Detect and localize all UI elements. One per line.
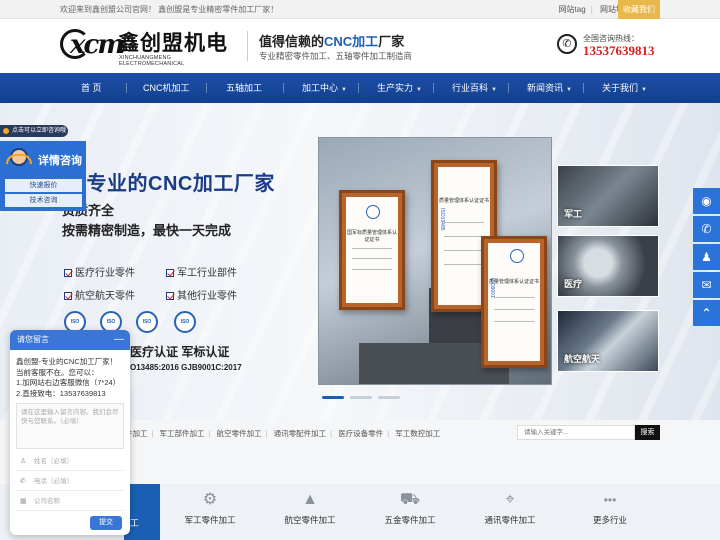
- support-agent-icon: [4, 146, 34, 172]
- slider-dot[interactable]: [350, 396, 372, 399]
- logo-name: 鑫创盟机电: [118, 32, 228, 55]
- logo[interactable]: xcm 鑫创盟机电 XINCHUANGMENG ELECTROMECHANICA…: [60, 25, 237, 67]
- certificate-showcase: 国军标质量管理体系认证证书 ISO13485 质量管理体系认证证书 ISO900…: [318, 137, 552, 385]
- chevron-down-icon: ▼: [566, 87, 572, 93]
- hotline-number[interactable]: 13537639813: [583, 43, 655, 59]
- product-tab[interactable]: ▲ 航空零件加工: [260, 484, 360, 540]
- banner-sub2: 按需精密制造，最快一天完成: [62, 223, 232, 238]
- wechat-icon[interactable]: ◉: [693, 188, 720, 214]
- category-link[interactable]: 航空零件加工: [217, 429, 262, 438]
- chevron-down-icon: ▼: [491, 87, 497, 93]
- header: xcm 鑫创盟机电 XINCHUANGMENG ELECTROMECHANICA…: [0, 19, 720, 73]
- back-to-top-icon[interactable]: ⌃: [693, 300, 720, 326]
- category-link[interactable]: 军工部件加工: [160, 429, 205, 438]
- check-icon: [166, 292, 174, 300]
- antenna-icon: ⌖: [505, 491, 515, 508]
- banner-category: 军工行业部件: [166, 264, 237, 279]
- nav-machining-center[interactable]: 加工中心 ▼: [302, 73, 347, 103]
- search-button[interactable]: 搜索: [635, 425, 660, 440]
- chevron-down-icon: ▼: [416, 87, 422, 93]
- car-icon: ⛟: [399, 491, 421, 508]
- logo-mark: xcm: [60, 25, 125, 65]
- product-tab[interactable]: ⚙ 军工零件加工: [160, 484, 260, 540]
- top-bar: 欢迎来到鑫创盟公司官网！ 鑫创盟是专业精密零件加工厂家！ 网站tag | 网站地图…: [0, 0, 720, 19]
- main-nav: 首 页 CNC机加工 五轴加工 加工中心 ▼ 生产实力 ▼ 行业百科 ▼ 新闻资讯 ▼ …: [0, 73, 720, 103]
- cert-code: O13485:2016 GJB9001C:2017: [130, 363, 242, 372]
- welcome-text: 欢迎来到鑫创盟公司官网！ 鑫创盟是专业精密零件加工厂家！: [60, 5, 279, 14]
- person-icon: ♙: [20, 458, 27, 465]
- banner-category: 其他行业零件: [166, 287, 237, 302]
- qq-icon[interactable]: ♟: [693, 244, 720, 270]
- category-link[interactable]: 军工数控加工: [395, 429, 440, 438]
- iso-badge-icon: ISO: [174, 311, 196, 333]
- check-icon: [64, 269, 72, 277]
- nav-five-axis[interactable]: 五轴加工: [226, 73, 262, 103]
- name-field[interactable]: ♙ 姓名（必填）: [16, 453, 124, 471]
- slider-dot[interactable]: [378, 396, 400, 399]
- category-links: 件加工 | 军工部件加工 | 航空零件加工 | 通讯零配件加工 | 医疗设备零件 | 军工…: [125, 429, 441, 438]
- certificate-frame: 国军标质量管理体系认证证书: [339, 190, 405, 310]
- submit-button[interactable]: 提交: [90, 516, 122, 530]
- category-link[interactable]: 医疗设备零件: [338, 429, 383, 438]
- search-input[interactable]: [517, 425, 635, 440]
- message-textarea[interactable]: 请在这里输入留言内容。我们会尽快与您联系。（必填）: [16, 403, 124, 449]
- product-tab[interactable]: ⌖ 通讯零件加工: [460, 484, 560, 540]
- phone-icon: ✆: [557, 34, 577, 54]
- product-tab[interactable]: ••• 更多行业: [560, 484, 660, 540]
- logo-english: XINCHUANGMENG ELECTROMECHANICAL: [119, 55, 185, 67]
- favorite-button[interactable]: 收藏我们: [618, 0, 660, 19]
- consult-title: 详情咨询: [38, 155, 82, 167]
- quick-quote-button[interactable]: 快速报价: [5, 179, 82, 192]
- nav-about[interactable]: 关于我们 ▼: [602, 73, 647, 103]
- nav-capability[interactable]: 生产实力 ▼: [377, 73, 422, 103]
- whatsapp-icon[interactable]: ✆: [693, 216, 720, 242]
- iso-badge-icon: ISO: [136, 311, 158, 333]
- building-icon: ▦: [20, 498, 27, 505]
- check-icon: [64, 292, 72, 300]
- nav-news[interactable]: 新闻资讯 ▼: [527, 73, 572, 103]
- check-icon: [166, 269, 174, 277]
- tag-link[interactable]: 网站tag: [559, 5, 586, 14]
- slogan-sub: 专业精密零件加工、五轴零件加工制造商: [259, 51, 413, 61]
- more-icon: •••: [603, 493, 617, 507]
- slider-dot[interactable]: [322, 396, 344, 399]
- category-link[interactable]: 通讯零配件加工: [274, 429, 327, 438]
- industry-thumb[interactable]: 军工: [557, 165, 659, 227]
- slogan: 值得信赖的CNC加工厂家: [259, 34, 405, 49]
- machine-icon: ⚙: [202, 491, 218, 508]
- phone-icon: ✆: [20, 478, 26, 485]
- nav-wiki[interactable]: 行业百科 ▼: [452, 73, 497, 103]
- rocket-icon: ▲: [302, 491, 318, 508]
- banner-headline: 内专业的CNC加工厂家: [66, 173, 275, 195]
- certificate-frame: ISO9001 质量管理体系认证证书: [481, 236, 547, 368]
- chevron-down-icon: ▼: [641, 87, 647, 93]
- banner-category: 航空航天零件: [64, 287, 135, 302]
- message-panel-header: 请您留言 —: [10, 330, 130, 350]
- industry-thumb[interactable]: 医疗: [557, 235, 659, 297]
- tech-consult-button[interactable]: 技术咨询: [5, 194, 82, 207]
- nav-cnc[interactable]: CNC机加工: [143, 73, 190, 103]
- minimize-icon[interactable]: —: [114, 330, 124, 350]
- mail-icon[interactable]: ✉: [693, 272, 720, 298]
- cert-text: 医疗认证 军标认证: [130, 345, 230, 359]
- chevron-down-icon: ▼: [341, 87, 347, 93]
- banner-category: 医疗行业零件: [64, 264, 135, 279]
- phone-field[interactable]: ✆ 电话（必填）: [16, 473, 124, 491]
- consult-widget[interactable]: 详情咨询 快速报价 技术咨询: [0, 141, 86, 211]
- nav-home[interactable]: 首 页: [81, 73, 102, 103]
- message-panel-text: 鑫创盟-专业的CNC加工厂家！ 当前客服不在。您可以： 1.加网站右边客服微信（…: [16, 357, 121, 398]
- company-field[interactable]: ▦ 公司名称: [16, 493, 124, 511]
- chat-dot-icon: [3, 128, 9, 134]
- product-tab[interactable]: ⛟ 五金零件加工: [360, 484, 460, 540]
- industry-thumb[interactable]: 航空航天: [557, 310, 659, 372]
- header-divider: [247, 31, 248, 61]
- message-panel: 请您留言 — 鑫创盟-专业的CNC加工厂家！ 当前客服不在。您可以： 1.加网站…: [10, 330, 130, 535]
- consult-tag[interactable]: 点击可以立即咨询哦: [0, 125, 68, 137]
